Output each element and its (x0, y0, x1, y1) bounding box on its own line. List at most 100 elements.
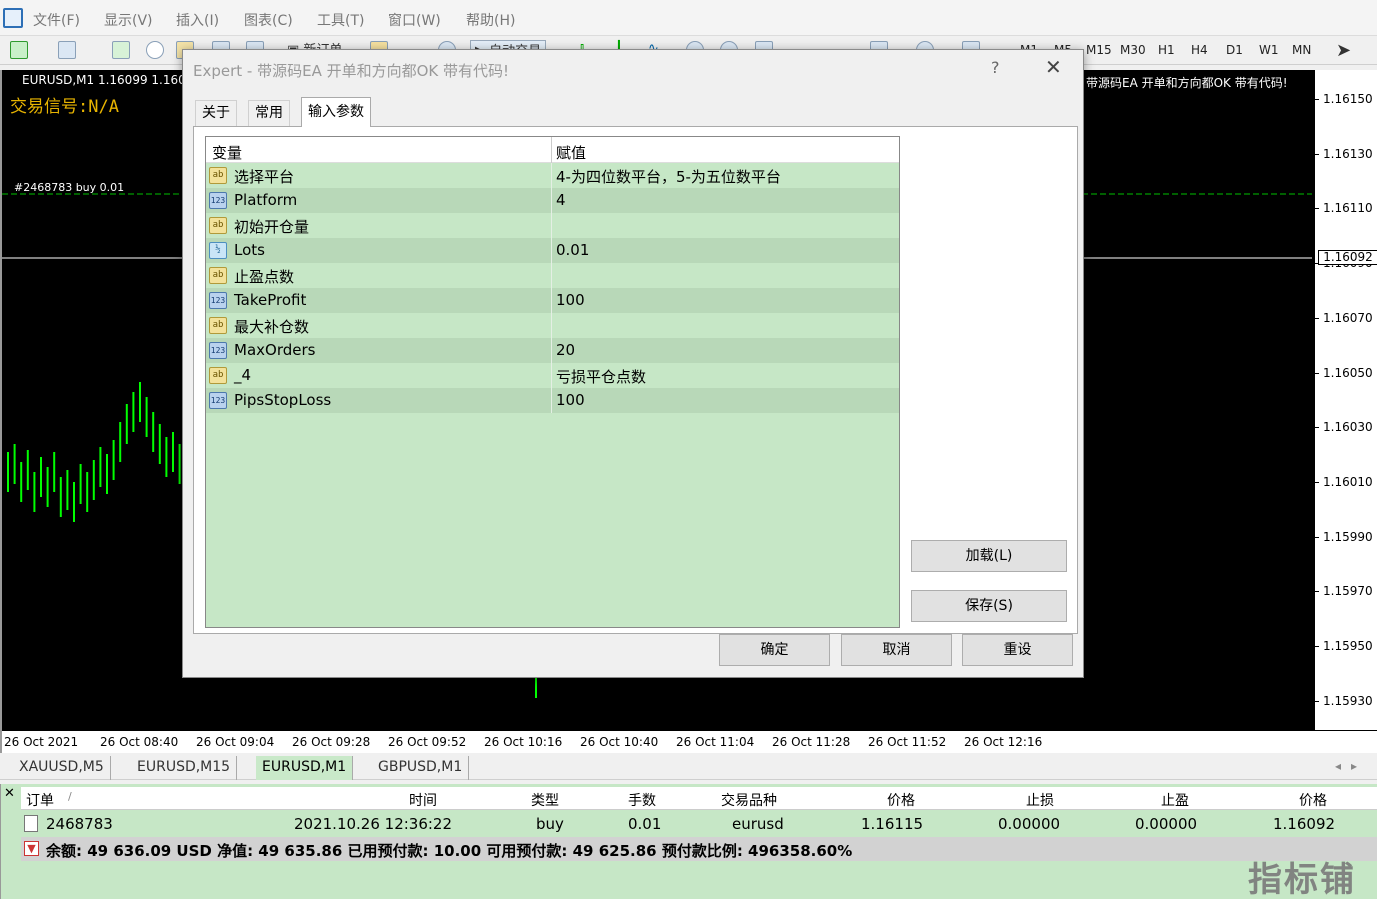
integer-type-icon: 123 (209, 392, 227, 409)
terminal-header: 订单 / 时间 类型 手数 交易品种 价格 止损 止盈 价格 (21, 787, 1377, 810)
tab-about[interactable]: 关于 (195, 100, 237, 126)
param-name: 最大补仓数 (234, 318, 310, 336)
param-row[interactable]: ab 止盈点数 (206, 263, 899, 288)
param-name: TakeProfit (234, 291, 307, 309)
order-row[interactable]: 2468783 2021.10.26 12:36:22 buy 0.01 eur… (21, 812, 1377, 836)
header-divider (551, 137, 552, 163)
menu-help[interactable]: 帮助(H) (466, 10, 515, 30)
tf-m15[interactable]: M15 (1086, 43, 1112, 57)
current-price-label: 1.16092 (1318, 250, 1377, 265)
col-price[interactable]: 价格 (1299, 790, 1327, 810)
order-open-price: 1.16115 (861, 815, 924, 833)
col-value[interactable]: 赋值 (556, 142, 586, 163)
chart-tab-eurusd-m1[interactable]: EURUSD,M1 (256, 756, 354, 780)
column-divider (551, 188, 552, 213)
tf-m30[interactable]: M30 (1120, 43, 1146, 57)
order-time: 2021.10.26 12:36:22 (294, 815, 453, 833)
param-value[interactable]: 0.01 (556, 241, 589, 259)
time-tick-label: 26 Oct 12:16 (964, 735, 1043, 749)
terminal-close-icon[interactable]: ✕ (4, 786, 15, 801)
param-value[interactable]: 4-为四位数平台，5-为五位数平台 (556, 166, 781, 187)
col-symbol[interactable]: 交易品种 (721, 790, 777, 810)
column-divider (551, 213, 552, 238)
param-row[interactable]: 123 MaxOrders 20 (206, 338, 899, 363)
integer-type-icon: 123 (209, 292, 227, 309)
param-row[interactable]: 123 TakeProfit 100 (206, 288, 899, 313)
close-icon[interactable]: ✕ (1045, 55, 1062, 79)
input-parameters-table: 变量 赋值 ab 选择平台 4-为四位数平台，5-为五位数平台 123 Platform… (205, 136, 900, 628)
param-row[interactable]: ab 选择平台 4-为四位数平台，5-为五位数平台 (206, 163, 899, 188)
param-name: Platform (234, 191, 298, 209)
param-row[interactable]: ab 最大补仓数 (206, 313, 899, 338)
menu-charts[interactable]: 图表(C) (244, 10, 293, 30)
price-tick-label: 1.16150 (1314, 92, 1373, 106)
col-tp[interactable]: 止盈 (1161, 790, 1189, 810)
menu-view[interactable]: 显示(V) (104, 10, 153, 30)
order-document-icon (24, 815, 38, 832)
cursor-icon[interactable]: ➤ (1336, 40, 1351, 62)
time-tick-label: 26 Oct 11:52 (868, 735, 947, 749)
tab-common[interactable]: 常用 (248, 100, 290, 126)
balance-arrow-icon: ▼ (24, 841, 39, 856)
tab-inputs[interactable]: 输入参数 (301, 97, 371, 127)
tf-h4[interactable]: H4 (1191, 43, 1208, 57)
time-axis: 26 Oct 2021 26 Oct 08:40 26 Oct 09:04 26 Oc… (2, 730, 1377, 753)
ok-button[interactable]: 确定 (719, 634, 830, 666)
param-name: _4 (234, 366, 252, 384)
param-name: 选择平台 (234, 168, 295, 186)
profiles-icon[interactable] (58, 41, 76, 59)
order-sl: 0.00000 (998, 815, 1061, 833)
chart-tab-xauusd-m5[interactable]: XAUUSD,M5 (13, 756, 111, 780)
col-type[interactable]: 类型 (531, 790, 559, 810)
param-row[interactable]: ab 初始开仓量 (206, 213, 899, 238)
crosshair-icon[interactable] (146, 41, 164, 59)
column-divider (551, 338, 552, 363)
param-name: MaxOrders (234, 341, 316, 359)
param-name: 止盈点数 (234, 268, 295, 286)
reset-button[interactable]: 重设 (962, 634, 1073, 666)
save-button[interactable]: 保存(S) (911, 590, 1067, 622)
param-value[interactable]: 100 (556, 291, 585, 309)
col-time[interactable]: 时间 (409, 790, 437, 810)
order-current-price: 1.16092 (1273, 815, 1336, 833)
help-icon[interactable]: ? (991, 58, 1000, 77)
menu-tools[interactable]: 工具(T) (317, 10, 364, 30)
load-button[interactable]: 加载(L) (911, 540, 1067, 572)
col-lots[interactable]: 手数 (628, 790, 656, 810)
param-row[interactable]: 123 PipsStopLoss 100 (206, 388, 899, 413)
new-chart-icon[interactable] (10, 41, 28, 59)
menu-insert[interactable]: 插入(I) (176, 10, 219, 30)
time-tick-label: 26 Oct 10:16 (484, 735, 563, 749)
trade-signal-label: 交易信号:N/A (10, 97, 119, 117)
param-value[interactable]: 亏损平仓点数 (556, 366, 646, 387)
chart-tab-gbpusd-m1[interactable]: GBPUSD,M1 (372, 756, 470, 780)
param-name: 初始开仓量 (234, 218, 310, 236)
tf-d1[interactable]: D1 (1226, 43, 1243, 57)
tf-w1[interactable]: W1 (1259, 43, 1279, 57)
param-value[interactable]: 4 (556, 191, 566, 209)
param-value[interactable]: 20 (556, 341, 575, 359)
column-divider (551, 163, 552, 188)
chart-tab-eurusd-m15[interactable]: EURUSD,M15 (131, 756, 238, 780)
tab-scroll-arrows[interactable]: ◂▸ (1335, 759, 1367, 773)
price-axis: 1.161501.161301.161101.160901.160701.160… (1314, 70, 1377, 730)
ea-name-label: 带源码EA 开单和方向都OK 带有代码! (1086, 76, 1288, 90)
string-type-icon: ab (209, 367, 227, 384)
column-divider (551, 288, 552, 313)
tf-h1[interactable]: H1 (1158, 43, 1175, 57)
col-open-price[interactable]: 价格 (887, 790, 915, 810)
tf-mn[interactable]: MN (1292, 43, 1311, 57)
col-order[interactable]: 订单 (26, 790, 54, 810)
price-tick-label: 1.16130 (1314, 146, 1373, 161)
market-watch-icon[interactable] (112, 41, 130, 59)
col-variable[interactable]: 变量 (212, 142, 242, 163)
col-sl[interactable]: 止损 (1026, 790, 1054, 810)
cancel-button[interactable]: 取消 (841, 634, 952, 666)
param-row[interactable]: ab _4 亏损平仓点数 (206, 363, 899, 388)
menu-window[interactable]: 窗口(W) (388, 10, 441, 30)
time-tick-label: 26 Oct 10:40 (580, 735, 659, 749)
param-row[interactable]: 123 Platform 4 (206, 188, 899, 213)
menu-file[interactable]: 文件(F) (33, 10, 80, 30)
param-value[interactable]: 100 (556, 391, 585, 409)
param-row[interactable]: ½ Lots 0.01 (206, 238, 899, 263)
